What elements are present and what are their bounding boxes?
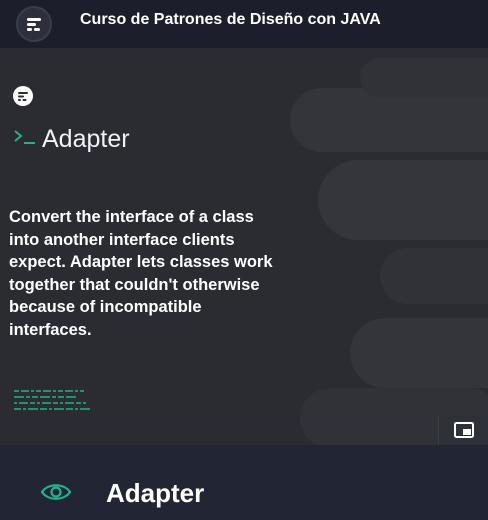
lesson-title: Adapter [106,478,205,508]
picture-in-picture-button[interactable] [438,415,488,445]
code-lines-decoration [14,390,90,410]
terminal-prompt-icon [14,130,35,144]
platzi-logo-icon [18,91,28,101]
platzi-logo-icon [27,18,41,31]
video-player[interactable]: Adapter Convert the interface of a class… [0,48,488,445]
lesson-bar: Adapter [0,445,488,520]
course-logo[interactable] [16,6,52,42]
slide-title: Adapter [42,125,130,153]
course-title[interactable]: Curso de Patrones de Diseño con JAVA [80,10,381,30]
slide-description: Convert the interface of a class into an… [9,208,273,339]
top-bar: Curso de Patrones de Diseño con JAVA [0,0,488,48]
slide-logo [13,86,33,106]
picture-in-picture-icon [453,422,474,438]
eye-icon[interactable] [40,481,72,503]
